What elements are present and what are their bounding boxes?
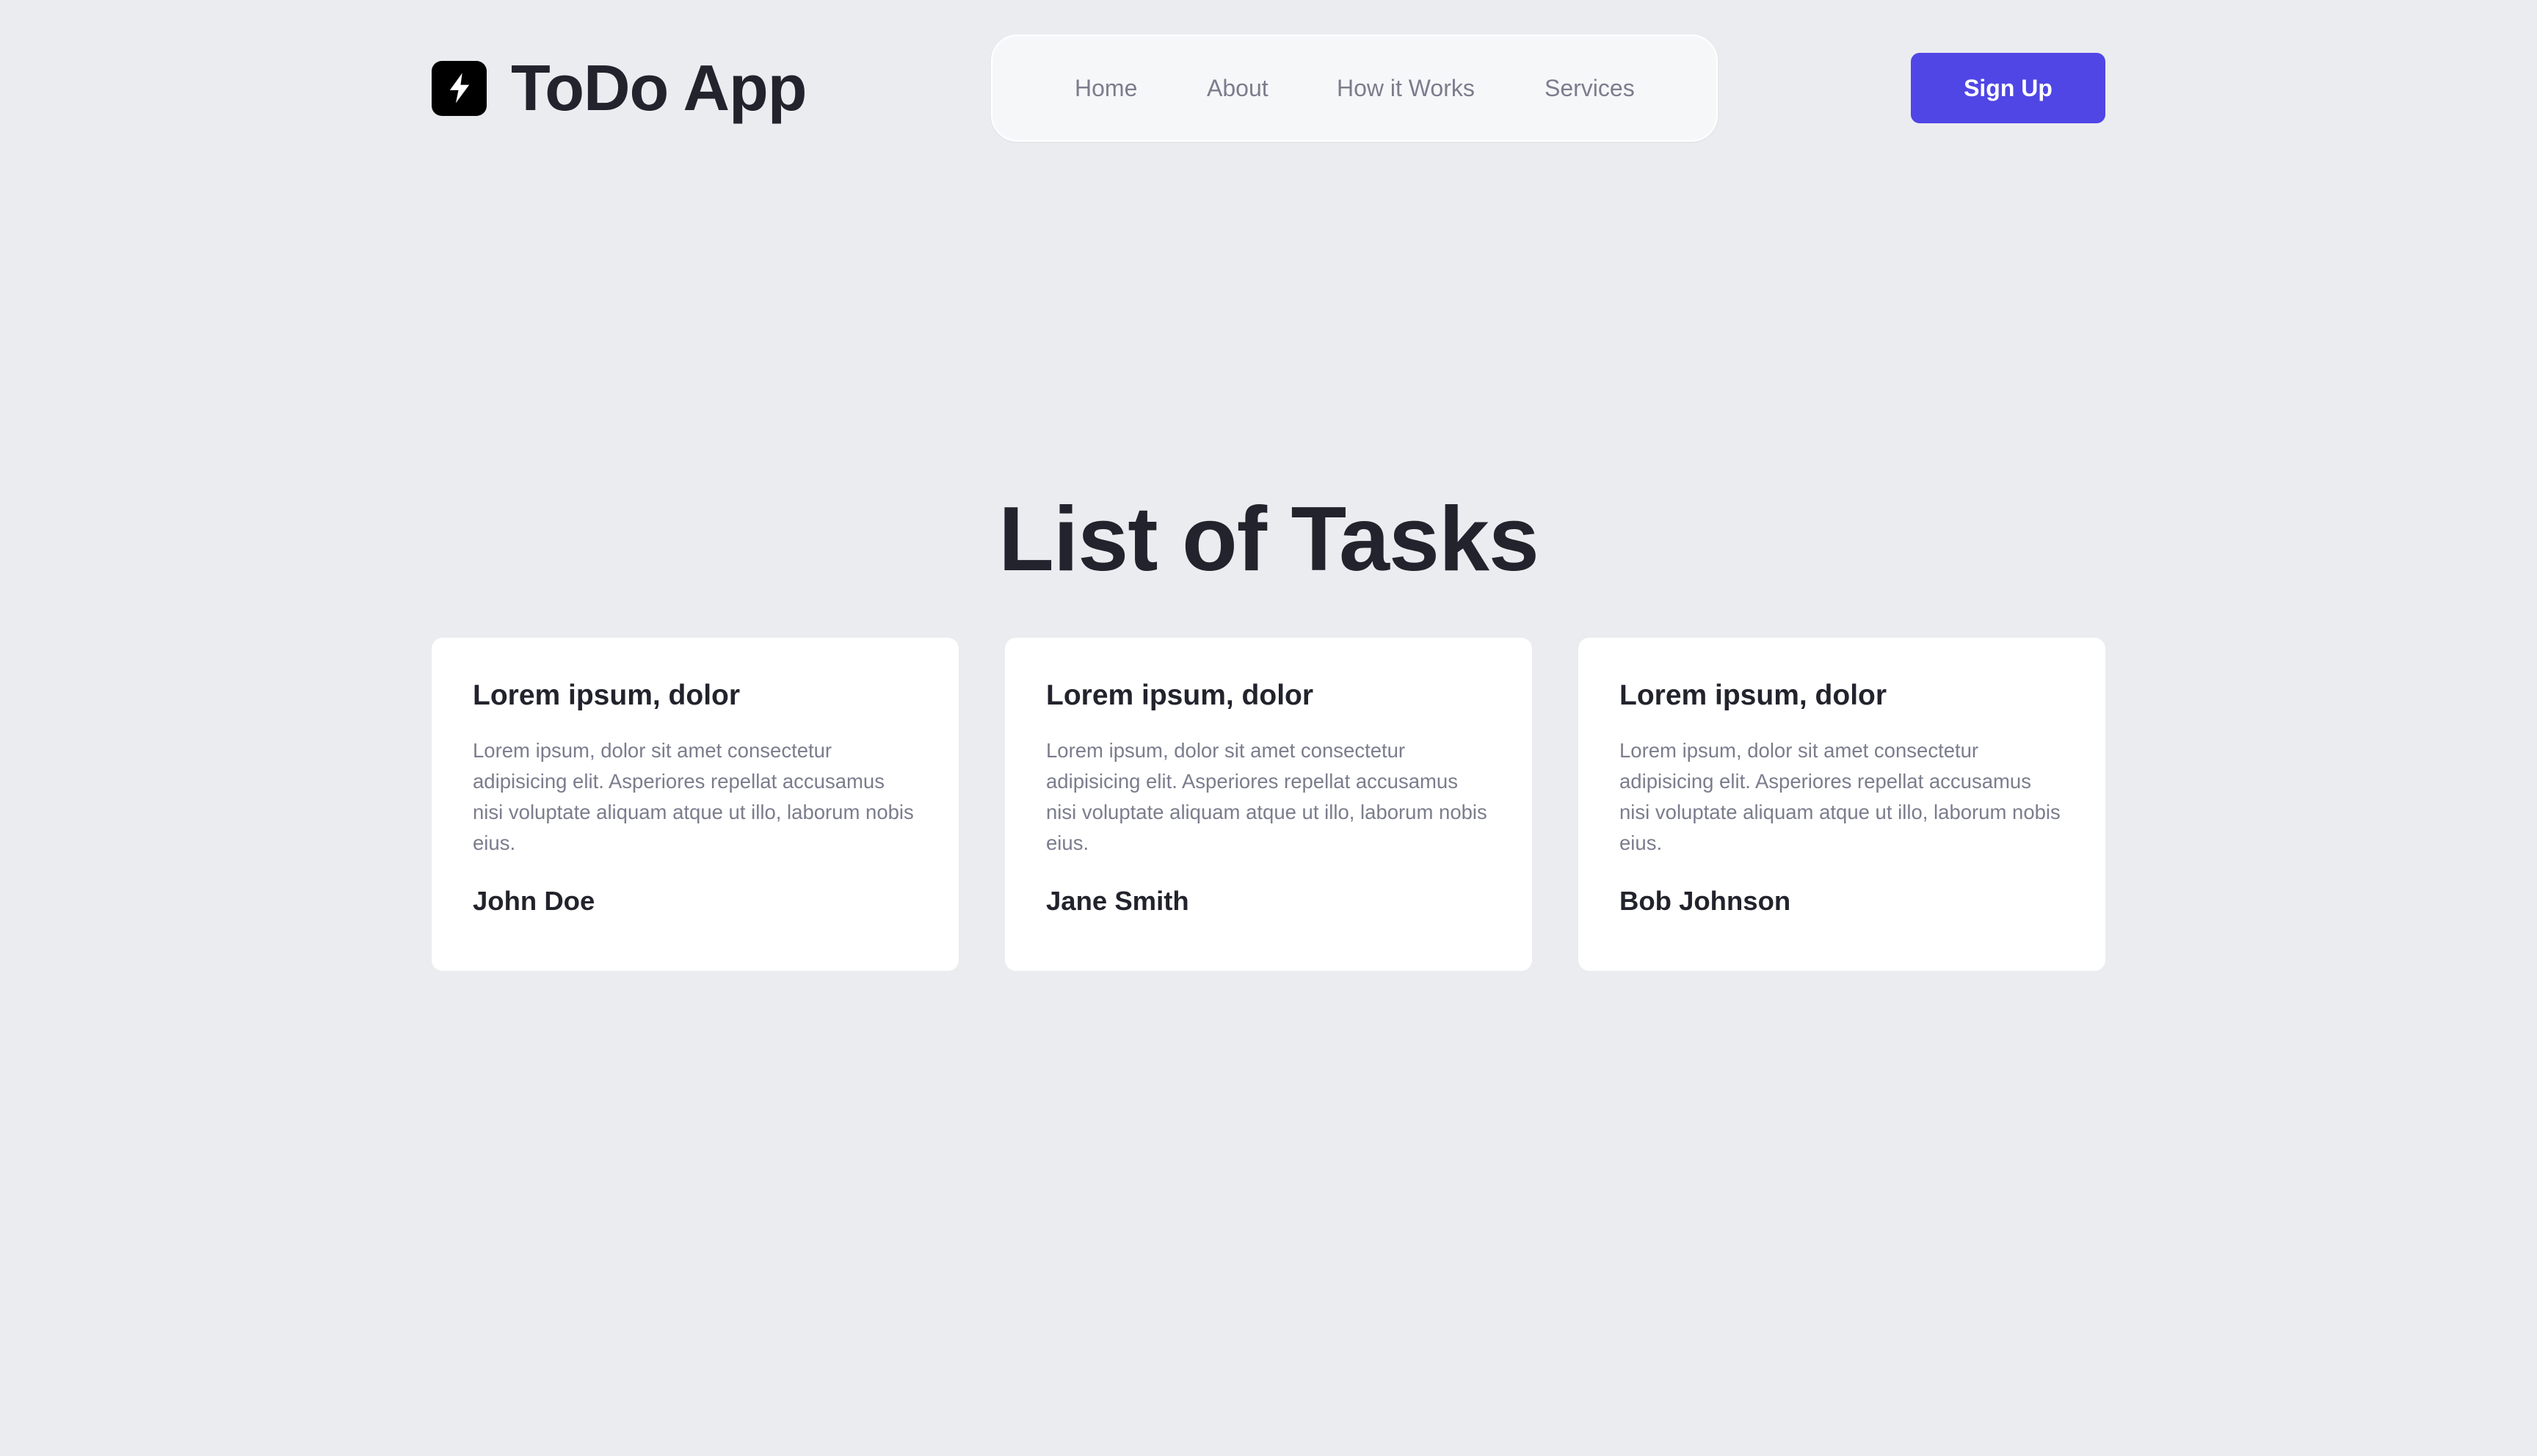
- lightning-bolt-icon: [432, 60, 487, 116]
- sign-up-button[interactable]: Sign Up: [1911, 53, 2105, 123]
- app-title: ToDo App: [511, 51, 807, 124]
- task-author: Bob Johnson: [1619, 886, 1791, 916]
- task-title: Lorem ipsum, dolor: [1619, 680, 1887, 711]
- task-title: Lorem ipsum, dolor: [473, 680, 741, 711]
- page-title: List of Tasks: [998, 489, 1539, 590]
- task-list: Lorem ipsum, dolor Lorem ipsum, dolor si…: [432, 638, 2105, 971]
- task-card: Lorem ipsum, dolor Lorem ipsum, dolor si…: [1005, 638, 1532, 971]
- task-description: Lorem ipsum, dolor sit amet consectetur …: [473, 739, 914, 854]
- task-description: Lorem ipsum, dolor sit amet consectetur …: [1619, 739, 2061, 854]
- task-card: Lorem ipsum, dolor Lorem ipsum, dolor si…: [432, 638, 959, 971]
- task-author: Jane Smith: [1046, 886, 1189, 916]
- nav-home[interactable]: Home: [1075, 36, 1137, 140]
- task-card: Lorem ipsum, dolor Lorem ipsum, dolor si…: [1578, 638, 2105, 971]
- task-title: Lorem ipsum, dolor: [1046, 680, 1314, 711]
- main-nav: Home About How it Works Services: [991, 34, 1718, 142]
- nav-services[interactable]: Services: [1545, 36, 1635, 140]
- task-author: John Doe: [473, 886, 595, 916]
- nav-how-it-works[interactable]: How it Works: [1337, 36, 1475, 140]
- nav-about[interactable]: About: [1207, 36, 1268, 140]
- site-header: ToDo App Home About How it Works Service…: [0, 0, 2537, 176]
- brand[interactable]: ToDo App: [432, 53, 807, 123]
- task-description: Lorem ipsum, dolor sit amet consectetur …: [1046, 739, 1487, 854]
